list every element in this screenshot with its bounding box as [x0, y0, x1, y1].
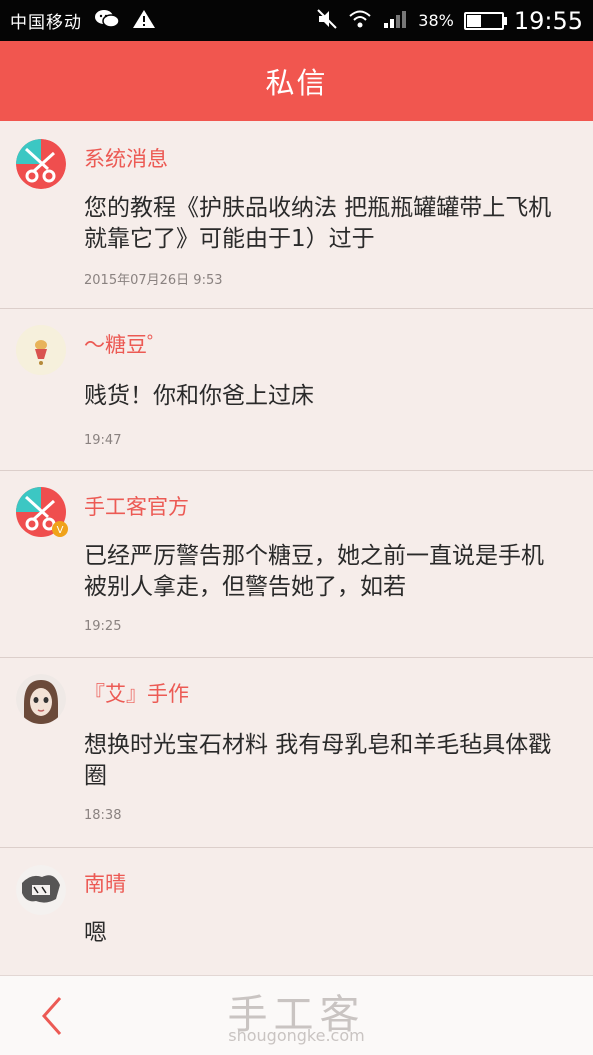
- carrier-label: 中国移动: [10, 13, 82, 33]
- page-title: 私信: [265, 66, 328, 100]
- message-preview: 已经严厉警告那个糖豆，她之前一直说是手机被别人拿走，但警告她了，如若: [84, 543, 544, 600]
- battery-icon: [463, 11, 507, 30]
- message-preview: 贱货！你和你爸上过床: [84, 383, 314, 409]
- sender-name: 『艾』手作: [84, 682, 189, 706]
- conversation-item-official[interactable]: V 手工客官方 已经严厉警告那个糖豆，她之前一直说是手机被别人拿走，但警告她了，…: [0, 471, 593, 658]
- conversation-item[interactable]: 南晴 嗯: [0, 848, 593, 976]
- battery-percent: 38%: [418, 11, 454, 30]
- message-time: 19:47: [84, 433, 122, 448]
- warning-icon: [132, 9, 156, 33]
- message-time: 19:25: [84, 619, 122, 634]
- status-bar: 中国移动 38% 19:55: [0, 0, 593, 41]
- message-preview: 嗯: [84, 920, 107, 946]
- avatar: [16, 139, 66, 189]
- conversation-item-system[interactable]: 系统消息 您的教程《护肤品收纳法 把瓶瓶罐罐带上飞机就靠它了》可能由于1）过于 …: [0, 121, 593, 309]
- conversation-item[interactable]: ～糖豆゜ 贱货！你和你爸上过床 19:47: [0, 309, 593, 471]
- watermark-url: shougongke.com: [228, 1026, 365, 1045]
- user-photo-icon: [16, 325, 66, 375]
- avatar: [16, 325, 66, 375]
- sender-name: 手工客官方: [84, 495, 189, 519]
- message-preview: 想换时光宝石材料 我有母乳皂和羊毛毡具体戳圈: [84, 732, 552, 789]
- clock: 19:55: [513, 6, 583, 35]
- bottom-bar: 手工客 shougongke.com: [0, 975, 593, 1055]
- wifi-icon: [348, 9, 372, 33]
- mute-icon: [316, 8, 338, 34]
- wechat-icon: [94, 9, 120, 33]
- message-time: 18:38: [84, 808, 122, 823]
- user-photo-icon: [16, 674, 66, 724]
- sender-name: ～糖豆゜: [84, 333, 168, 357]
- signal-icon: [382, 9, 408, 33]
- scissors-logo-icon: V: [16, 487, 68, 537]
- avatar: [16, 865, 66, 915]
- message-preview: 您的教程《护肤品收纳法 把瓶瓶罐罐带上飞机就靠它了》可能由于1）过于: [84, 195, 552, 252]
- svg-text:V: V: [57, 525, 64, 536]
- conversation-item[interactable]: 『艾』手作 想换时光宝石材料 我有母乳皂和羊毛毡具体戳圈 18:38: [0, 658, 593, 848]
- sender-name: 系统消息: [84, 147, 168, 171]
- app-header: 私信: [0, 41, 593, 121]
- sender-name: 南晴: [84, 872, 126, 896]
- avatar: [16, 674, 66, 724]
- scissors-logo-icon: [16, 139, 66, 189]
- message-time: 2015年07月26日 9:53: [84, 273, 223, 288]
- avatar: V: [16, 487, 68, 537]
- user-photo-icon: [16, 865, 66, 915]
